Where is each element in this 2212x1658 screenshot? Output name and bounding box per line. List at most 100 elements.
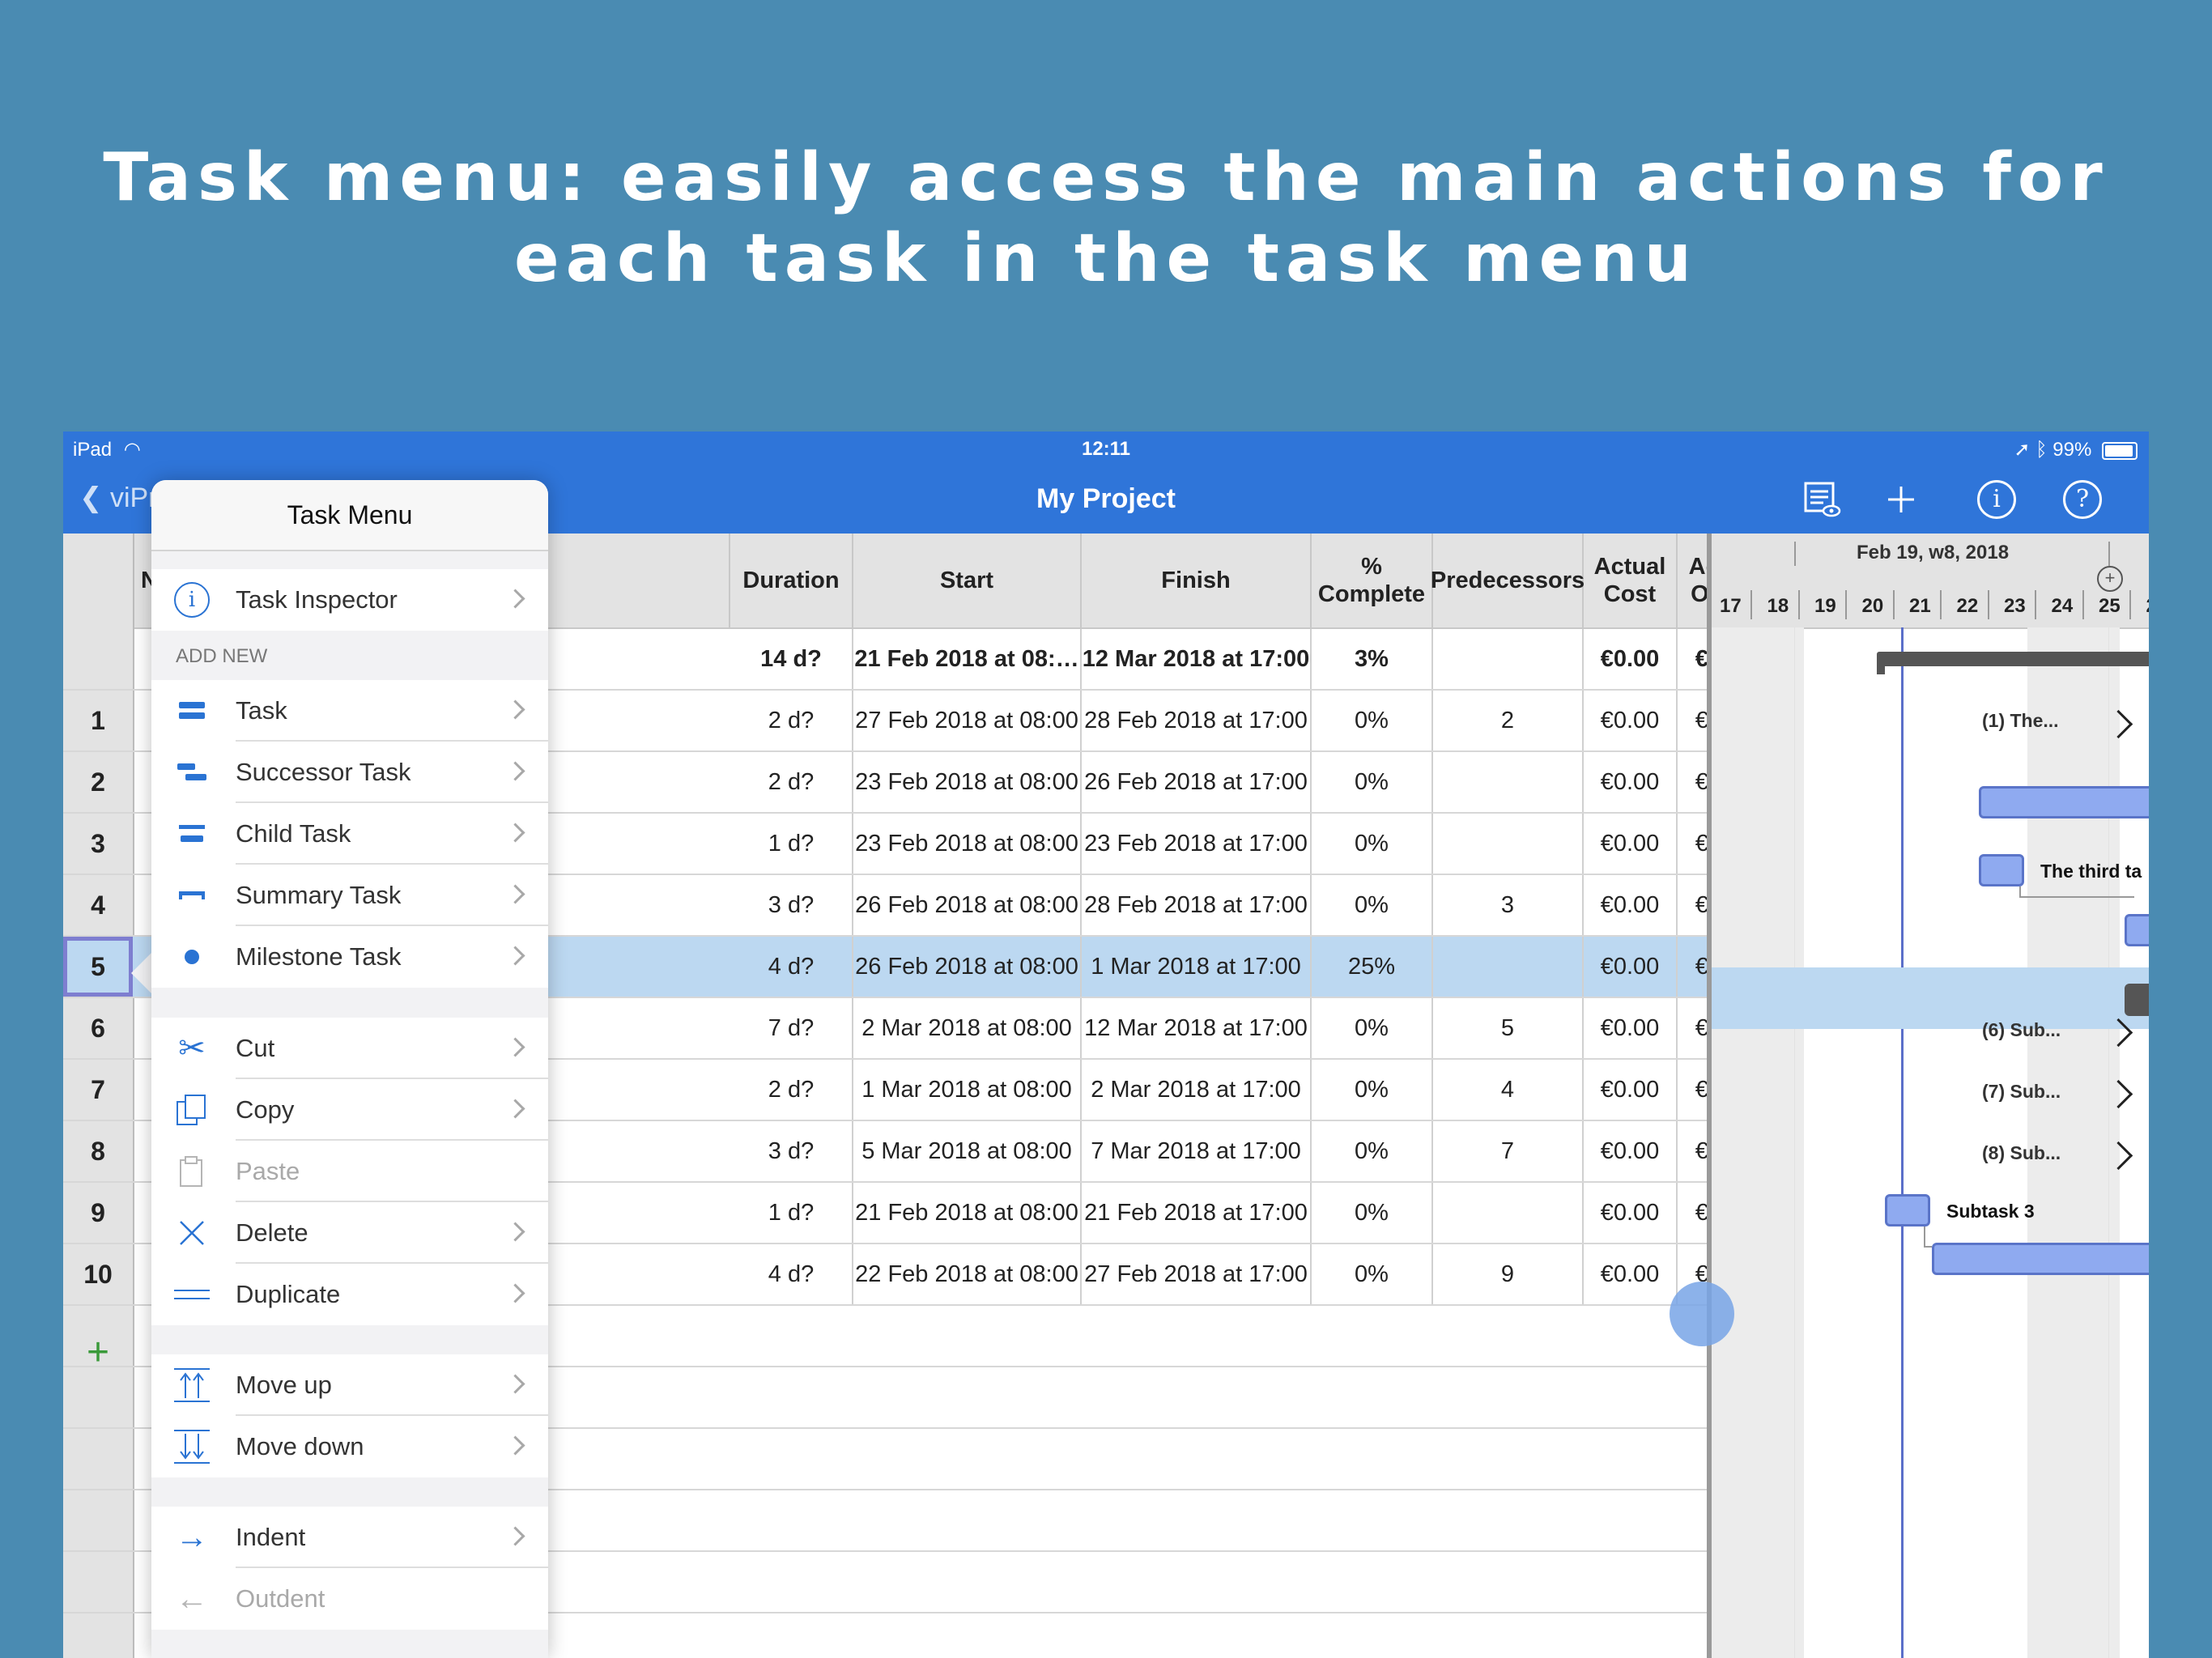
start-cell[interactable]: 27 Feb 2018 at 08:00	[853, 691, 1082, 750]
predecessors-cell[interactable]: 5	[1433, 998, 1584, 1058]
header-predecessors[interactable]: Predecessors	[1431, 534, 1585, 627]
finish-cell[interactable]: 28 Feb 2018 at 17:00	[1082, 875, 1312, 935]
start-cell[interactable]: 21 Feb 2018 at 08:00	[853, 1183, 1082, 1243]
start-cell[interactable]: 26 Feb 2018 at 08:00	[853, 937, 1082, 997]
actual-cost-cell[interactable]: €0.00	[1584, 814, 1678, 874]
row-id[interactable]: 6	[63, 998, 133, 1058]
finish-cell[interactable]: 28 Feb 2018 at 17:00	[1082, 691, 1312, 750]
duration-cell[interactable]: 3 d?	[730, 1121, 853, 1181]
complete-cell[interactable]: 0%	[1312, 1183, 1433, 1243]
start-cell[interactable]: 22 Feb 2018 at 08:00	[853, 1244, 1082, 1304]
predecessors-cell[interactable]: 9	[1433, 1244, 1584, 1304]
row-id[interactable]: 9	[63, 1183, 133, 1243]
view-options-icon[interactable]	[1802, 480, 1841, 519]
actual-cost-cell[interactable]: €0.00	[1584, 691, 1678, 750]
predecessors-cell[interactable]: 7	[1433, 1121, 1584, 1181]
finish-cell[interactable]: 23 Feb 2018 at 17:00	[1082, 814, 1312, 874]
gantt-chart[interactable]: Feb 19, w8, 2018 + 17181920212223242526 …	[1707, 534, 2149, 1658]
header-complete[interactable]: % Complete	[1312, 534, 1433, 627]
complete-cell[interactable]: 0%	[1312, 1121, 1433, 1181]
duration-cell[interactable]: 2 d?	[730, 691, 853, 750]
start-cell[interactable]: 23 Feb 2018 at 08:00	[853, 752, 1082, 812]
predecessors-cell[interactable]	[1433, 629, 1584, 689]
complete-cell[interactable]: 0%	[1312, 752, 1433, 812]
menu-outdent[interactable]: ← Outdent	[151, 1568, 548, 1630]
row-id[interactable]: 3	[63, 814, 133, 874]
menu-add-milestone-task[interactable]: Milestone Task	[151, 926, 548, 988]
actual-cost-cell[interactable]: €0.00	[1584, 937, 1678, 997]
finish-cell[interactable]: 27 Feb 2018 at 17:00	[1082, 1244, 1312, 1304]
gantt-bar-row5[interactable]	[2125, 984, 2149, 1016]
complete-cell[interactable]: 0%	[1312, 814, 1433, 874]
actual-cost-cell[interactable]: €0.00	[1584, 629, 1678, 689]
row-id[interactable]: 5	[63, 937, 133, 997]
row-id[interactable]: 10	[63, 1244, 133, 1304]
menu-move-down[interactable]: Move down	[151, 1416, 548, 1477]
zoom-icon[interactable]: +	[2097, 566, 2123, 592]
finish-cell[interactable]: 26 Feb 2018 at 17:00	[1082, 752, 1312, 812]
predecessors-cell[interactable]: 3	[1433, 875, 1584, 935]
finish-cell[interactable]: 7 Mar 2018 at 17:00	[1082, 1121, 1312, 1181]
menu-add-child-task[interactable]: Child Task	[151, 803, 548, 865]
complete-cell[interactable]: 0%	[1312, 998, 1433, 1058]
actual-cost-cell[interactable]: €0.00	[1584, 1244, 1678, 1304]
duration-cell[interactable]: 2 d?	[730, 752, 853, 812]
menu-copy[interactable]: Copy	[151, 1079, 548, 1141]
duration-cell[interactable]: 4 d?	[730, 1244, 853, 1304]
menu-paste[interactable]: Paste	[151, 1141, 548, 1202]
row-id[interactable]: 2	[63, 752, 133, 812]
gantt-bar-row3[interactable]	[1979, 854, 2024, 886]
gantt-bar-row9[interactable]	[1885, 1194, 1930, 1226]
menu-add-successor-task[interactable]: Successor Task	[151, 742, 548, 803]
duration-cell[interactable]: 14 d?	[730, 629, 853, 689]
predecessors-cell[interactable]: 4	[1433, 1060, 1584, 1120]
duration-cell[interactable]: 2 d?	[730, 1060, 853, 1120]
finish-cell[interactable]: 12 Mar 2018 at 17:00	[1082, 998, 1312, 1058]
add-task-button[interactable]: +	[63, 1322, 133, 1382]
duration-cell[interactable]: 1 d?	[730, 814, 853, 874]
complete-cell[interactable]: 0%	[1312, 1244, 1433, 1304]
start-cell[interactable]: 21 Feb 2018 at 08:…	[853, 629, 1082, 689]
menu-delete[interactable]: Delete	[151, 1202, 548, 1264]
actual-cost-cell[interactable]: €0.00	[1584, 1121, 1678, 1181]
duration-cell[interactable]: 3 d?	[730, 875, 853, 935]
complete-cell[interactable]: 0%	[1312, 691, 1433, 750]
menu-move-up[interactable]: Move up	[151, 1354, 548, 1416]
complete-cell[interactable]: 0%	[1312, 1060, 1433, 1120]
row-id[interactable]	[63, 629, 133, 689]
gantt-bar-row2[interactable]	[1979, 786, 2149, 818]
menu-task-inspector[interactable]: i Task Inspector	[151, 569, 548, 631]
start-cell[interactable]: 2 Mar 2018 at 08:00	[853, 998, 1082, 1058]
complete-cell[interactable]: 25%	[1312, 937, 1433, 997]
predecessors-cell[interactable]: 2	[1433, 691, 1584, 750]
duration-cell[interactable]: 7 d?	[730, 998, 853, 1058]
header-start[interactable]: Start	[853, 534, 1082, 627]
header-finish[interactable]: Finish	[1082, 534, 1312, 627]
add-icon[interactable]	[1882, 480, 1921, 519]
header-duration[interactable]: Duration	[730, 534, 853, 627]
start-cell[interactable]: 5 Mar 2018 at 08:00	[853, 1121, 1082, 1181]
start-cell[interactable]: 26 Feb 2018 at 08:00	[853, 875, 1082, 935]
row-id[interactable]: 8	[63, 1121, 133, 1181]
actual-cost-cell[interactable]: €0.00	[1584, 875, 1678, 935]
actual-cost-cell[interactable]: €0.00	[1584, 1060, 1678, 1120]
predecessors-cell[interactable]	[1433, 814, 1584, 874]
header-actual-cost[interactable]: Actual Cost	[1584, 534, 1678, 627]
row-id[interactable]: 7	[63, 1060, 133, 1120]
start-cell[interactable]: 1 Mar 2018 at 08:00	[853, 1060, 1082, 1120]
gantt-bar-row4[interactable]	[2125, 914, 2149, 946]
actual-cost-cell[interactable]: €0.00	[1584, 752, 1678, 812]
complete-cell[interactable]: 0%	[1312, 875, 1433, 935]
predecessors-cell[interactable]	[1433, 752, 1584, 812]
actual-cost-cell[interactable]: €0.00	[1584, 1183, 1678, 1243]
split-view-handle[interactable]	[1670, 1282, 1734, 1346]
menu-duplicate[interactable]: Duplicate	[151, 1264, 548, 1325]
menu-add-summary-task[interactable]: Summary Task	[151, 865, 548, 926]
start-cell[interactable]: 23 Feb 2018 at 08:00	[853, 814, 1082, 874]
menu-cut[interactable]: ✂ Cut	[151, 1018, 548, 1079]
actual-cost-cell[interactable]: €0.00	[1584, 998, 1678, 1058]
help-icon[interactable]: ?	[2063, 480, 2102, 519]
predecessors-cell[interactable]	[1433, 937, 1584, 997]
complete-cell[interactable]: 3%	[1312, 629, 1433, 689]
finish-cell[interactable]: 1 Mar 2018 at 17:00	[1082, 937, 1312, 997]
